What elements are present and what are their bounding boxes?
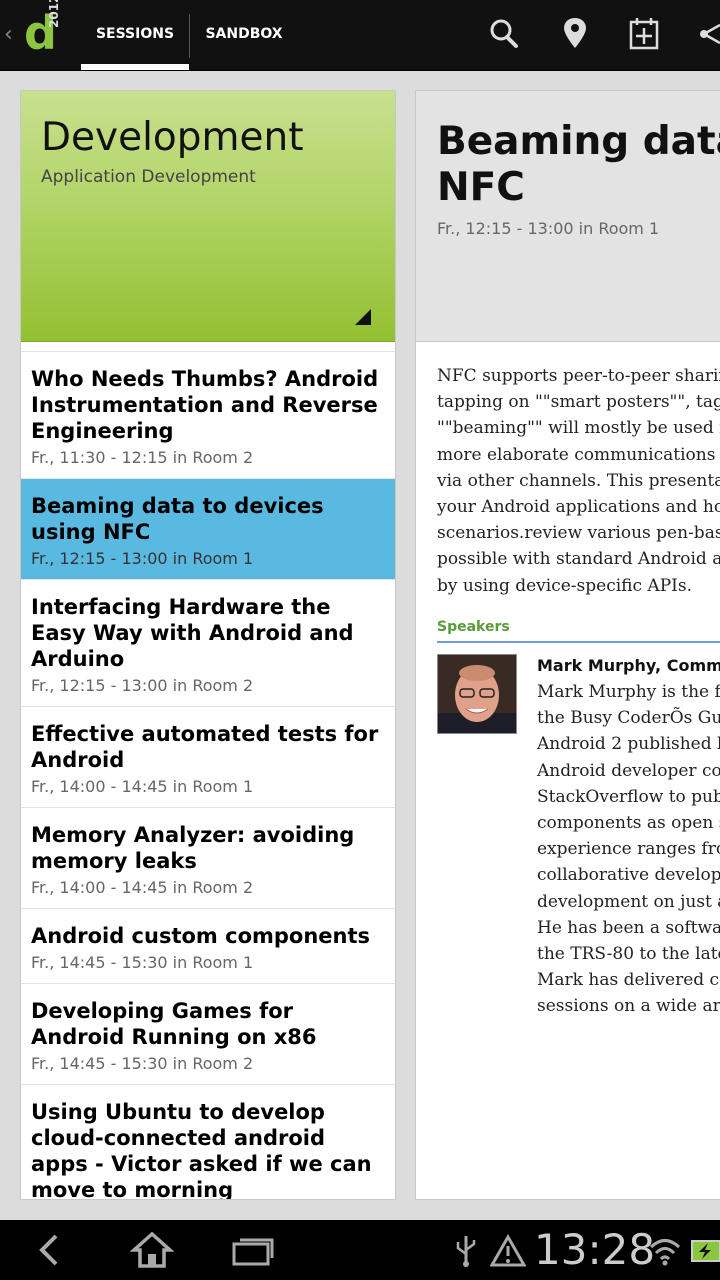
share-icon[interactable] (696, 14, 720, 54)
session-row[interactable]: Interfacing Hardware the Easy Way with A… (21, 580, 395, 707)
session-list-pane: Development Application Development Who … (20, 90, 396, 1200)
session-title: Developing Games for Android Running on … (31, 999, 317, 1049)
abstract-line: possible with standard Android ar (437, 549, 720, 570)
search-icon[interactable] (484, 14, 524, 54)
back-icon[interactable] (30, 1230, 70, 1270)
abstract-line: by using device-specific APIs. (437, 575, 692, 596)
bio-line: sessions on a wide arr (537, 996, 720, 1017)
session-title: Effective automated tests for Android (31, 722, 379, 772)
track-header[interactable]: Development Application Development (21, 91, 395, 342)
up-caret-icon[interactable]: ‹ (4, 22, 13, 47)
recent-apps-icon[interactable] (230, 1230, 276, 1270)
session-title: Android custom components (31, 924, 371, 948)
bio-line: Android 2 published b (537, 734, 720, 755)
speaker-photo (438, 655, 516, 733)
session-row[interactable]: Developing Games for Android Running on … (21, 984, 395, 1085)
home-icon[interactable] (130, 1230, 174, 1270)
abstract-line: more elaborate communications (437, 444, 716, 465)
session-meta: Fr., 14:45 - 15:30 in Room 1 (31, 953, 254, 972)
detail-title-line: NFC (437, 165, 525, 210)
session-title: Using Ubuntu to develop cloud-connected … (31, 1100, 372, 1200)
session-meta: Fr., 14:00 - 14:45 in Room 1 (31, 777, 254, 796)
session-meta: Fr., 14:00 - 14:45 in Room 2 (31, 878, 254, 897)
session-row[interactable]: Android custom components Fr., 14:45 - 1… (21, 909, 395, 984)
action-bar: ‹ d 2012 SESSIONS SANDBOX (0, 0, 720, 71)
session-abstract: NFC supports peer-to-peer sharin tapping… (437, 363, 720, 599)
bio-line: Android developer co (537, 760, 720, 781)
tab-sessions[interactable]: SESSIONS (81, 0, 189, 70)
track-menu-corner-icon[interactable] (355, 309, 371, 325)
bio-line: Mark has delivered co (537, 970, 720, 991)
detail-meta: Fr., 12:15 - 13:00 in Room 1 (437, 219, 660, 238)
bio-line: components as open s (537, 813, 720, 834)
warning-icon (490, 1234, 526, 1267)
track-title: Development (41, 115, 304, 160)
session-meta: Fr., 11:30 - 12:15 in Room 2 (31, 448, 254, 467)
speakers-divider (437, 641, 720, 643)
abstract-line: ""beaming"" will mostly be used fo (437, 418, 720, 439)
session-row[interactable]: Who Needs Thumbs? Android Instrumentatio… (21, 352, 395, 479)
bio-line: He has been a softwar (537, 917, 720, 938)
speaker-name: Mark Murphy, Commo (537, 656, 720, 675)
session-row[interactable]: Memory Analyzer: avoiding memory leaks F… (21, 808, 395, 909)
bio-line: experience ranges fro (537, 839, 720, 860)
detail-title: Beaming data t NFC (437, 119, 720, 211)
bio-line: collaborative develop (537, 865, 720, 886)
abstract-line: tapping on ""smart posters"", tags (437, 392, 720, 413)
session-title: Beaming data to devices using NFC (31, 494, 324, 544)
bio-line: the Busy CoderÕs Gui (537, 708, 720, 729)
session-meta: Fr., 12:15 - 13:00 in Room 1 (31, 549, 254, 568)
abstract-line: via other channels. This presentat (437, 470, 720, 491)
bio-line: StackOverflow to publ (537, 786, 720, 807)
add-to-calendar-icon[interactable] (624, 14, 664, 54)
session-meta: Fr., 14:45 - 15:30 in Room 2 (31, 1054, 254, 1073)
usb-icon (456, 1236, 476, 1267)
session-title: Who Needs Thumbs? Android Instrumentatio… (31, 367, 379, 443)
abstract-line: scenarios.review various pen-base (437, 523, 720, 544)
detail-title-line: Beaming data t (437, 119, 720, 164)
bio-line: development on just a (537, 891, 720, 912)
speaker-avatar[interactable] (437, 654, 517, 734)
session-title: Memory Analyzer: avoiding memory leaks (31, 823, 355, 873)
track-subtitle: Application Development (41, 167, 256, 187)
session-meta: Fr., 12:15 - 13:00 in Room 2 (31, 676, 254, 695)
session-list: Who Needs Thumbs? Android Instrumentatio… (21, 351, 395, 1200)
abstract-line: your Android applications and ho (437, 497, 720, 518)
app-logo-year: 2012 (47, 0, 61, 28)
session-detail-pane: Beaming data t NFC Fr., 12:15 - 13:00 in… (415, 90, 720, 1200)
abstract-line: NFC supports peer-to-peer sharin (437, 366, 720, 386)
battery-charging-icon (691, 1240, 720, 1262)
session-row-selected[interactable]: Beaming data to devices using NFC Fr., 1… (21, 479, 395, 580)
speaker-bio: Mark Murphy is the fo the Busy CoderÕs G… (537, 679, 720, 1020)
detail-header: Beaming data t NFC Fr., 12:15 - 13:00 in… (416, 91, 720, 342)
system-clock: 13:28 (534, 1225, 656, 1274)
session-row[interactable]: Using Ubuntu to develop cloud-connected … (21, 1085, 395, 1200)
bio-line: the TRS-80 to the lates (537, 944, 720, 965)
session-title: Interfacing Hardware the Easy Way with A… (31, 595, 354, 671)
tab-sandbox[interactable]: SANDBOX (190, 0, 298, 70)
session-row[interactable]: Effective automated tests for Android Fr… (21, 707, 395, 808)
bio-line: Mark Murphy is the fo (537, 682, 720, 702)
speakers-heading: Speakers (437, 619, 510, 635)
map-pin-icon[interactable] (555, 14, 595, 54)
